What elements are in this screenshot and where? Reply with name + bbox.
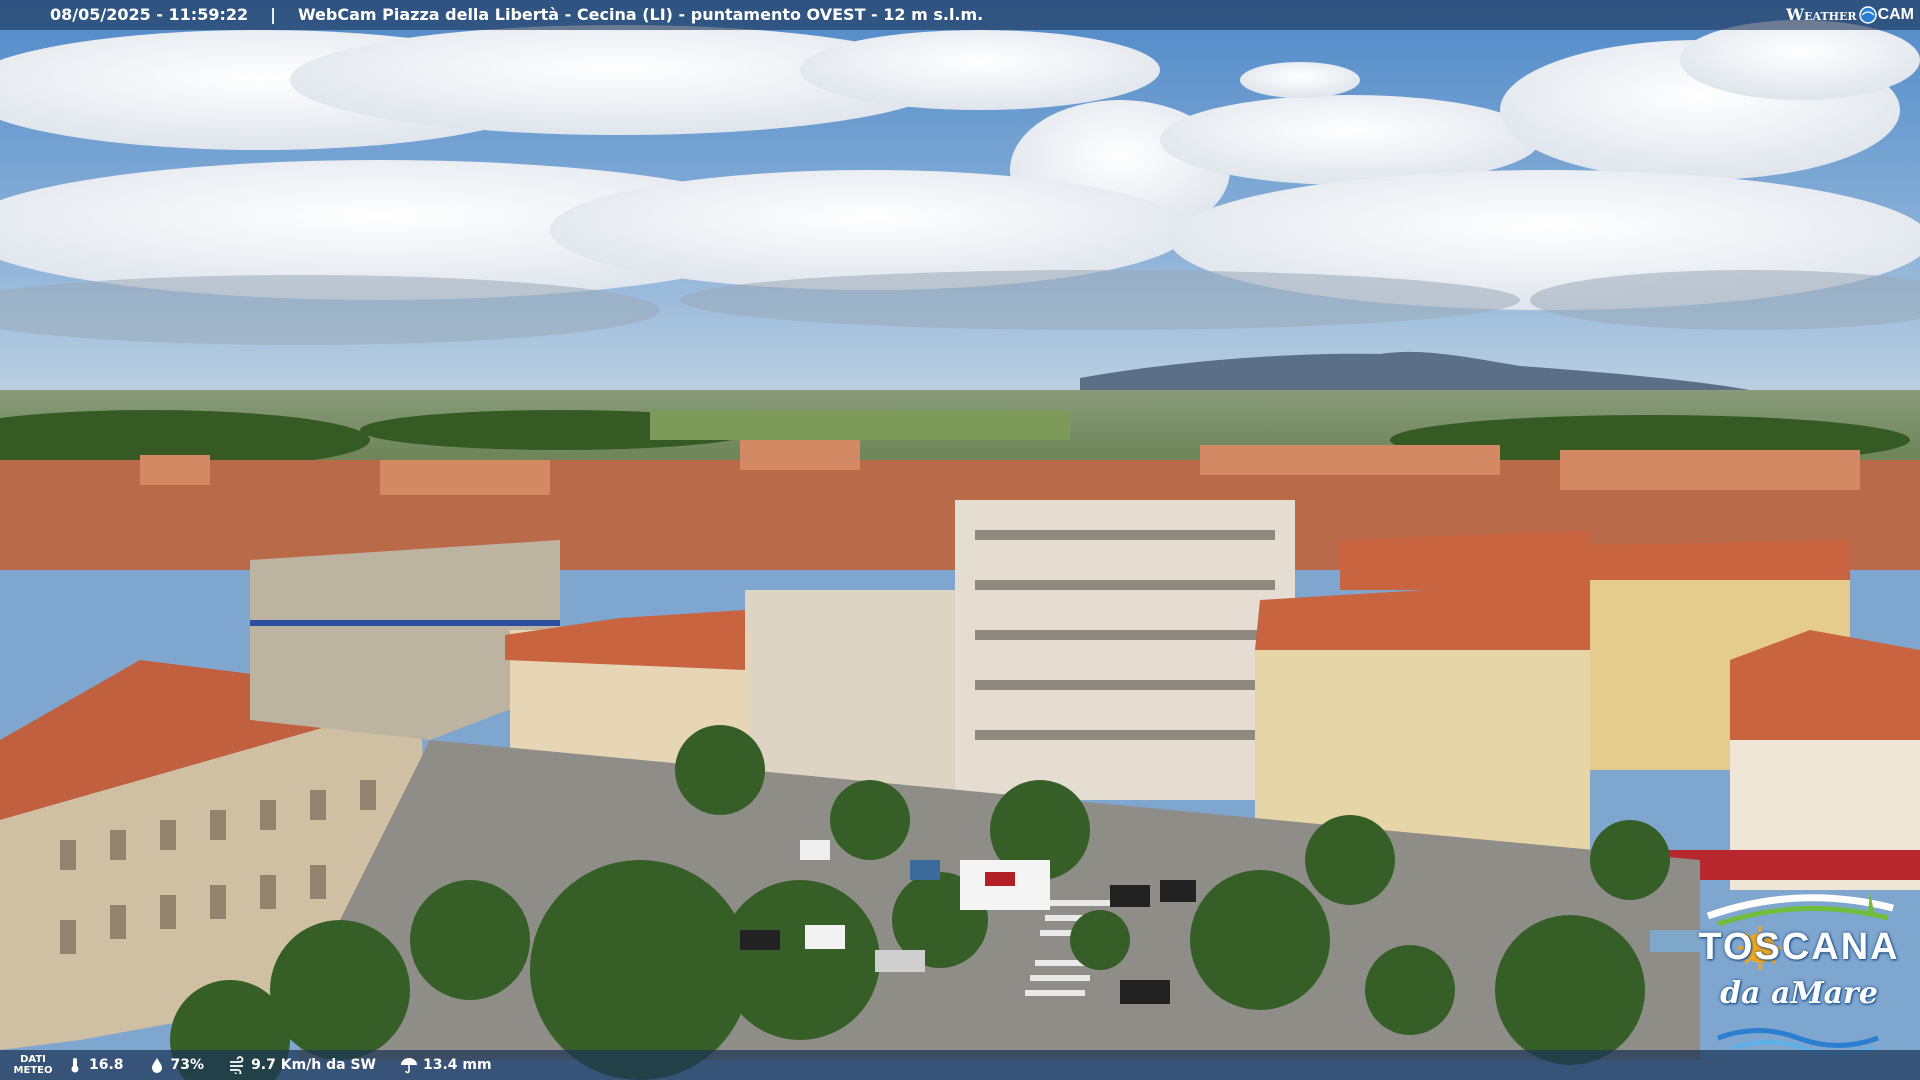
rain-value: 13.4 mm bbox=[423, 1057, 492, 1073]
meteo-label: DATI METEO bbox=[0, 1054, 66, 1076]
meteo-label-line2: METEO bbox=[13, 1065, 53, 1076]
wind-value: 9.7 Km/h da SW bbox=[251, 1057, 376, 1073]
humidity-value: 73% bbox=[170, 1057, 205, 1073]
wind-icon bbox=[230, 1056, 244, 1074]
rain-readout: 13.4 mm bbox=[400, 1056, 492, 1074]
temperature-value: 16.8 bbox=[89, 1057, 124, 1073]
logo-text-weather: Weather bbox=[1786, 5, 1857, 24]
webcam-scene bbox=[0, 0, 1920, 1080]
umbrella-icon bbox=[401, 1058, 417, 1074]
weathercam-globe-icon bbox=[1858, 6, 1877, 24]
right-building-roof bbox=[1255, 580, 1590, 650]
humidity-readout: 73% bbox=[148, 1056, 205, 1074]
temperature-readout: 16.8 bbox=[66, 1056, 124, 1074]
toscana-da-amare-logo: TOSCANA da aMare bbox=[1688, 888, 1910, 1058]
droplet-icon bbox=[151, 1058, 162, 1073]
logo-text-cam: CAM bbox=[1877, 6, 1914, 23]
sun-wave-icon bbox=[1706, 892, 1894, 1056]
brand-title: TOSCANA bbox=[1698, 926, 1900, 968]
timestamp: 08/05/2025 - 11:59:22 bbox=[50, 5, 249, 24]
meteo-data-bar: DATI METEO 16.8 73% 9.7 Km/h da SW 13.4 … bbox=[0, 1050, 1920, 1080]
weathercam-logo: Weather CAM bbox=[1786, 3, 1914, 27]
thermometer-icon bbox=[71, 1058, 79, 1073]
tall-building bbox=[955, 500, 1295, 800]
webcam-info-bar: 08/05/2025 - 11:59:22 | WebCam Piazza dell… bbox=[0, 0, 1920, 30]
meteo-label-line1: DATI bbox=[20, 1054, 46, 1065]
wind-readout: 9.7 Km/h da SW bbox=[228, 1056, 376, 1074]
webcam-caption: WebCam Piazza della Libertà - Cecina (LI… bbox=[297, 5, 984, 24]
caption-separator: | bbox=[270, 5, 276, 24]
brand-subtitle: da aMare bbox=[1720, 976, 1878, 1011]
